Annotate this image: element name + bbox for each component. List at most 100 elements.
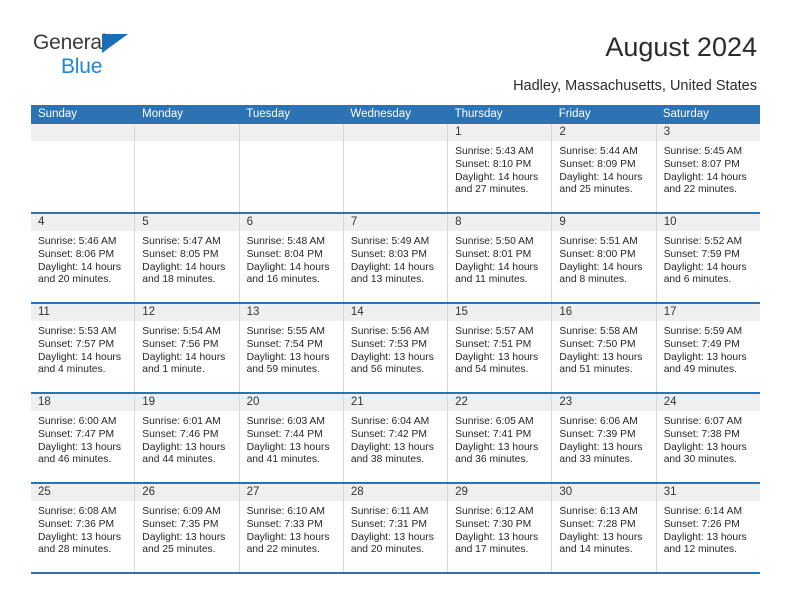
day-cell[interactable]: 24 Sunrise: 6:07 AM Sunset: 7:38 PM Dayligh…: [656, 394, 760, 482]
sunset-text: Sunset: 7:38 PM: [663, 428, 740, 440]
day-sun-info: Sunrise: 6:11 AM Sunset: 7:31 PM Daylight:…: [344, 502, 447, 557]
day-cell[interactable]: 18 Sunrise: 6:00 AM Sunset: 7:47 PM Dayligh…: [31, 394, 136, 482]
day-cell[interactable]: 9 Sunrise: 5:51 AM Sunset: 8:00 PM Daylight…: [552, 214, 657, 302]
day-cell[interactable]: 19 Sunrise: 6:01 AM Sunset: 7:46 PM Dayligh…: [135, 394, 240, 482]
day-number-band: [31, 124, 135, 142]
day-cell[interactable]: 1 Sunrise: 5:43 AM Sunset: 8:10 PM Daylight…: [448, 124, 553, 212]
daylight-text: Daylight: 13 hours and 28 minutes.: [38, 531, 121, 556]
day-number-band: 20: [239, 394, 343, 412]
day-sun-info: Sunrise: 6:12 AM Sunset: 7:30 PM Daylight:…: [448, 502, 551, 557]
sunset-text: Sunset: 7:31 PM: [350, 518, 427, 530]
day-cell-empty: [31, 124, 136, 212]
sunrise-text: Sunrise: 6:03 AM: [246, 416, 325, 427]
day-cell[interactable]: 8 Sunrise: 5:50 AM Sunset: 8:01 PM Daylight…: [448, 214, 553, 302]
day-sun-info: Sunrise: 5:53 AM Sunset: 7:57 PM Daylight:…: [31, 322, 134, 377]
day-number: 14: [350, 306, 364, 318]
day-sun-info: Sunrise: 6:07 AM Sunset: 7:38 PM Daylight:…: [657, 412, 760, 467]
day-number-band: 14: [343, 304, 448, 322]
day-number-band: 30: [552, 484, 656, 502]
day-number: 26: [142, 486, 156, 498]
day-number-band: [239, 124, 343, 142]
day-number-band: 31: [656, 484, 760, 502]
sunrise-text: Sunrise: 6:13 AM: [559, 506, 638, 517]
day-number-band: 19: [135, 394, 239, 412]
day-cell[interactable]: 5 Sunrise: 5:47 AM Sunset: 8:05 PM Daylight…: [135, 214, 240, 302]
day-cell[interactable]: 29 Sunrise: 6:12 AM Sunset: 7:30 PM Dayligh…: [448, 484, 553, 572]
sunset-text: Sunset: 8:05 PM: [142, 248, 219, 260]
day-cell[interactable]: 14 Sunrise: 5:56 AM Sunset: 7:53 PM Dayligh…: [343, 304, 449, 392]
calendar-grid: Sunday Monday Tuesday Wednesday Thursday…: [31, 105, 760, 574]
day-cell-empty: [135, 124, 240, 212]
daylight-text: Daylight: 13 hours and 14 minutes.: [559, 531, 643, 556]
day-sun-info: Sunrise: 5:51 AM Sunset: 8:00 PM Daylight:…: [552, 232, 655, 287]
day-cell[interactable]: 6 Sunrise: 5:48 AM Sunset: 8:04 PM Daylight…: [239, 214, 344, 302]
weekday-tuesday: Tuesday: [246, 108, 290, 120]
day-cell[interactable]: 4 Sunrise: 5:46 AM Sunset: 8:06 PM Daylight…: [31, 214, 136, 302]
daylight-text: Daylight: 14 hours and 8 minutes.: [559, 261, 643, 286]
day-cell[interactable]: 23 Sunrise: 6:06 AM Sunset: 7:39 PM Dayligh…: [552, 394, 657, 482]
day-cell[interactable]: 11 Sunrise: 5:53 AM Sunset: 7:57 PM Dayligh…: [31, 304, 136, 392]
day-number-band: 7: [343, 214, 448, 232]
day-number-band: 22: [448, 394, 552, 412]
daylight-text: Daylight: 13 hours and 49 minutes.: [663, 351, 747, 376]
sunset-text: Sunset: 7:47 PM: [38, 428, 115, 440]
day-number-band: 29: [448, 484, 552, 502]
weekday-wednesday: Wednesday: [350, 108, 411, 120]
calendar-week-row: 4 Sunrise: 5:46 AM Sunset: 8:06 PM Daylight…: [31, 212, 760, 302]
day-number: 30: [559, 486, 573, 498]
day-cell[interactable]: 3 Sunrise: 5:45 AM Sunset: 8:07 PM Daylight…: [656, 124, 760, 212]
sunset-text: Sunset: 7:54 PM: [246, 338, 323, 350]
day-cell[interactable]: 27 Sunrise: 6:10 AM Sunset: 7:33 PM Dayligh…: [239, 484, 344, 572]
sunset-text: Sunset: 7:28 PM: [559, 518, 636, 530]
day-number: 20: [246, 396, 260, 408]
day-cell[interactable]: 17 Sunrise: 5:59 AM Sunset: 7:49 PM Dayligh…: [656, 304, 760, 392]
day-number: 5: [142, 216, 149, 228]
sunset-text: Sunset: 7:53 PM: [350, 338, 427, 350]
sunrise-text: Sunrise: 6:01 AM: [142, 416, 221, 427]
daylight-text: Daylight: 13 hours and 38 minutes.: [350, 441, 434, 466]
day-cell[interactable]: 30 Sunrise: 6:13 AM Sunset: 7:28 PM Dayligh…: [552, 484, 657, 572]
day-number: 8: [455, 216, 462, 228]
day-cell[interactable]: 22 Sunrise: 6:05 AM Sunset: 7:41 PM Dayligh…: [448, 394, 553, 482]
day-cell[interactable]: 15 Sunrise: 5:57 AM Sunset: 7:51 PM Dayligh…: [448, 304, 553, 392]
day-cell[interactable]: 21 Sunrise: 6:04 AM Sunset: 7:42 PM Dayligh…: [343, 394, 449, 482]
day-cell[interactable]: 2 Sunrise: 5:44 AM Sunset: 8:09 PM Daylight…: [552, 124, 657, 212]
sunrise-text: Sunrise: 5:50 AM: [455, 236, 534, 247]
day-cell[interactable]: 12 Sunrise: 5:54 AM Sunset: 7:56 PM Dayligh…: [135, 304, 240, 392]
day-number-band: [343, 124, 448, 142]
day-number-band: 28: [343, 484, 448, 502]
day-cell[interactable]: 7 Sunrise: 5:49 AM Sunset: 8:03 PM Daylight…: [343, 214, 449, 302]
daylight-text: Daylight: 13 hours and 12 minutes.: [663, 531, 747, 556]
day-cell[interactable]: 20 Sunrise: 6:03 AM Sunset: 7:44 PM Dayligh…: [239, 394, 344, 482]
day-cell[interactable]: 13 Sunrise: 5:55 AM Sunset: 7:54 PM Dayligh…: [239, 304, 344, 392]
daylight-text: Daylight: 14 hours and 16 minutes.: [246, 261, 330, 286]
day-number-band: 10: [656, 214, 760, 232]
day-sun-info: Sunrise: 6:03 AM Sunset: 7:44 PM Daylight:…: [240, 412, 343, 467]
day-number: 16: [559, 306, 573, 318]
daylight-text: Daylight: 14 hours and 6 minutes.: [663, 261, 747, 286]
day-cell[interactable]: 28 Sunrise: 6:11 AM Sunset: 7:31 PM Dayligh…: [343, 484, 449, 572]
sunrise-text: Sunrise: 6:08 AM: [38, 506, 117, 517]
day-number: 21: [350, 396, 364, 408]
day-cell[interactable]: 16 Sunrise: 5:58 AM Sunset: 7:50 PM Dayligh…: [552, 304, 657, 392]
sunrise-text: Sunrise: 5:44 AM: [559, 146, 638, 157]
day-sun-info: Sunrise: 6:06 AM Sunset: 7:39 PM Daylight:…: [552, 412, 655, 467]
day-cell[interactable]: 10 Sunrise: 5:52 AM Sunset: 7:59 PM Dayligh…: [656, 214, 760, 302]
daylight-text: Daylight: 14 hours and 11 minutes.: [455, 261, 539, 286]
day-cell[interactable]: 31 Sunrise: 6:14 AM Sunset: 7:26 PM Dayligh…: [656, 484, 760, 572]
daylight-text: Daylight: 13 hours and 20 minutes.: [350, 531, 434, 556]
sunrise-text: Sunrise: 5:58 AM: [559, 326, 638, 337]
sunrise-text: Sunrise: 5:54 AM: [142, 326, 221, 337]
sunset-text: Sunset: 8:03 PM: [350, 248, 427, 260]
day-sun-info: Sunrise: 6:04 AM Sunset: 7:42 PM Daylight:…: [344, 412, 447, 467]
day-number: 19: [142, 396, 156, 408]
day-cell[interactable]: 26 Sunrise: 6:09 AM Sunset: 7:35 PM Dayligh…: [135, 484, 240, 572]
daylight-text: Daylight: 14 hours and 22 minutes.: [663, 171, 747, 196]
sunset-text: Sunset: 7:46 PM: [142, 428, 219, 440]
day-cell[interactable]: 25 Sunrise: 6:08 AM Sunset: 7:36 PM Dayligh…: [31, 484, 136, 572]
sunset-text: Sunset: 8:06 PM: [38, 248, 115, 260]
sunrise-text: Sunrise: 5:51 AM: [559, 236, 638, 247]
day-number-band: 27: [239, 484, 343, 502]
day-number-band: 25: [31, 484, 135, 502]
logo-general-blue[interactable]: General Blue: [33, 32, 153, 78]
